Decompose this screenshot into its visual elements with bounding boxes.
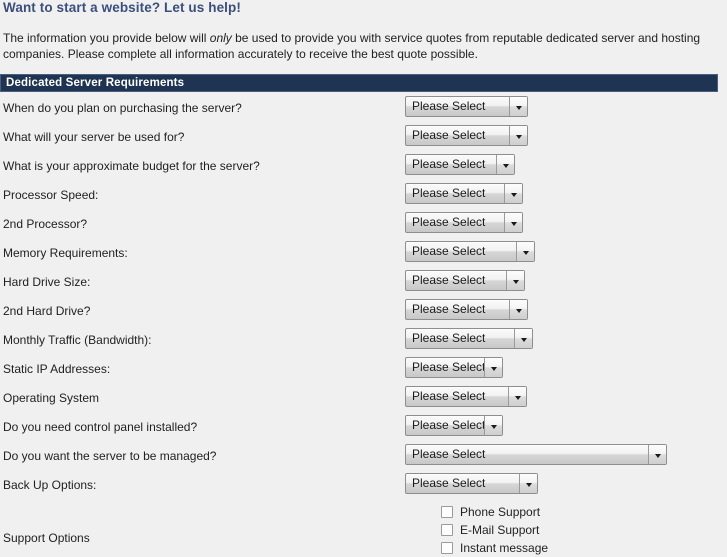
select-dropdown[interactable]: Please Select	[405, 212, 523, 233]
select-value: Please Select	[412, 360, 484, 374]
chevron-down-icon[interactable]	[514, 329, 532, 348]
field-label: Operating System	[3, 391, 100, 405]
select-value: Please Select	[412, 244, 486, 258]
chevron-down-icon[interactable]	[509, 126, 527, 145]
form-row: Processor Speed: Please Select	[0, 183, 727, 212]
select-value: Please Select	[412, 331, 486, 345]
select-dropdown[interactable]: Please Select	[405, 299, 528, 320]
select-dropdown[interactable]: Please Select	[405, 270, 525, 291]
checkbox-row[interactable]: Phone Support	[441, 503, 548, 521]
chevron-down-icon[interactable]	[484, 358, 502, 377]
chevron-down-icon[interactable]	[509, 97, 527, 116]
field-label: Static IP Addresses:	[3, 362, 111, 376]
select-dropdown[interactable]: Please Select	[405, 96, 528, 117]
select-dropdown[interactable]: Please Select	[405, 444, 667, 465]
select-dropdown[interactable]: Please Select	[405, 328, 533, 349]
chevron-down-icon[interactable]	[516, 242, 534, 261]
select-value: Please Select	[412, 157, 486, 171]
chevron-down-icon[interactable]	[496, 155, 514, 174]
select-value: Please Select	[412, 215, 486, 229]
select-value: Please Select	[412, 447, 486, 461]
field-label: Do you need control panel installed?	[3, 420, 198, 434]
form-row: What will your server be used for? Please…	[0, 125, 727, 154]
select-dropdown[interactable]: Please Select	[405, 386, 527, 407]
form-row: Hard Drive Size: Please Select	[0, 270, 727, 299]
form-row: Back Up Options: Please Select	[0, 473, 727, 502]
chevron-down-icon[interactable]	[509, 300, 527, 319]
chevron-down-icon[interactable]	[504, 213, 522, 232]
checkbox-input[interactable]	[441, 524, 453, 536]
form-row: Memory Requirements: Please Select	[0, 241, 727, 270]
field-label: When do you plan on purchasing the serve…	[3, 101, 242, 115]
select-value: Please Select	[412, 128, 486, 142]
intro-paragraph: The information you provide below will o…	[3, 30, 725, 62]
checkbox-row[interactable]: Instant message	[441, 539, 548, 557]
form-row: Monthly Traffic (Bandwidth): Please Selec…	[0, 328, 727, 357]
field-label: Processor Speed:	[3, 188, 99, 202]
field-label: 2nd Processor?	[3, 217, 88, 231]
select-dropdown[interactable]: Please Select	[405, 357, 503, 378]
checkbox-input[interactable]	[441, 542, 453, 554]
select-value: Please Select	[412, 418, 484, 432]
select-value: Please Select	[412, 99, 486, 113]
select-dropdown[interactable]: Please Select	[405, 241, 535, 262]
select-value: Please Select	[412, 186, 486, 200]
field-label: Hard Drive Size:	[3, 275, 91, 289]
field-label: What is your approximate budget for the …	[3, 159, 260, 173]
field-label: Monthly Traffic (Bandwidth):	[3, 333, 152, 347]
chevron-down-icon[interactable]	[484, 416, 502, 435]
chevron-down-icon[interactable]	[508, 387, 526, 406]
select-value: Please Select	[412, 476, 486, 490]
intro-emphasis: only	[209, 31, 232, 45]
select-value: Please Select	[412, 389, 486, 403]
section-header-dedicated-server-requirements: Dedicated Server Requirements	[0, 74, 718, 92]
form-row: 2nd Hard Drive? Please Select	[0, 299, 727, 328]
support-options-group: Phone Support E-Mail Support Instant messa…	[441, 503, 548, 557]
form-row: What is your approximate budget for the …	[0, 154, 727, 183]
checkbox-label: Instant message	[460, 541, 549, 555]
checkbox-row[interactable]: E-Mail Support	[441, 521, 548, 539]
form-row: Do you want the server to be managed? Ple…	[0, 444, 727, 473]
form-row: 2nd Processor? Please Select	[0, 212, 727, 241]
select-value: Please Select	[412, 273, 486, 287]
form-row: Do you need control panel installed? Plea…	[0, 415, 727, 444]
chevron-down-icon[interactable]	[648, 445, 666, 464]
page-title: Want to start a website? Let us help!	[3, 0, 241, 15]
field-label: Memory Requirements:	[3, 246, 128, 260]
field-label-support-options: Support Options	[3, 531, 90, 545]
form-row: Static IP Addresses: Please Select	[0, 357, 727, 386]
field-label: Do you want the server to be managed?	[3, 449, 217, 463]
checkbox-label: Phone Support	[460, 505, 541, 519]
quote-request-page: Want to start a website? Let us help! Th…	[0, 0, 727, 555]
select-dropdown[interactable]: Please Select	[405, 125, 528, 146]
checkbox-input[interactable]	[441, 506, 453, 518]
field-label: 2nd Hard Drive?	[3, 304, 91, 318]
chevron-down-icon[interactable]	[519, 474, 537, 493]
intro-text-part1: The information you provide below will	[3, 31, 210, 45]
select-dropdown[interactable]: Please Select	[405, 473, 538, 494]
server-requirements-form: When do you plan on purchasing the serve…	[0, 96, 727, 502]
checkbox-label: E-Mail Support	[460, 523, 540, 537]
select-dropdown[interactable]: Please Select	[405, 415, 503, 436]
form-row: When do you plan on purchasing the serve…	[0, 96, 727, 125]
field-label: Back Up Options:	[3, 478, 97, 492]
select-dropdown[interactable]: Please Select	[405, 183, 523, 204]
form-row: Operating System Please Select	[0, 386, 727, 415]
field-label: What will your server be used for?	[3, 130, 185, 144]
chevron-down-icon[interactable]	[504, 184, 522, 203]
chevron-down-icon[interactable]	[506, 271, 524, 290]
select-dropdown[interactable]: Please Select	[405, 154, 515, 175]
select-value: Please Select	[412, 302, 486, 316]
